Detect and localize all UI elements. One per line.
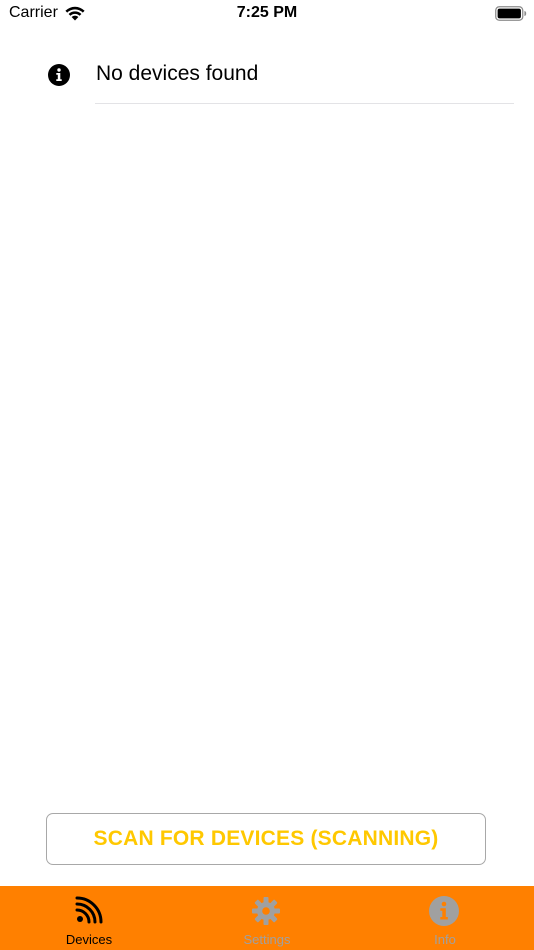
tab-settings[interactable]: Settings [178, 886, 356, 950]
status-bar: Carrier 7:25 PM [0, 0, 534, 28]
app-screen: Carrier 7:25 PM No devices found SCAN FO… [0, 0, 534, 950]
tab-label-settings: Settings [243, 932, 291, 947]
tab-devices[interactable]: Devices [0, 886, 178, 950]
tab-info[interactable]: Info [356, 886, 534, 950]
info-circle-icon [429, 896, 459, 926]
info-icon [48, 64, 70, 86]
battery-icon [495, 6, 527, 21]
status-time: 7:25 PM [236, 4, 298, 21]
scan-for-devices-button[interactable]: SCAN FOR DEVICES (SCANNING) [46, 813, 486, 865]
tab-bar: Devices Settings Info [0, 886, 534, 950]
empty-list-message: No devices found [96, 62, 259, 85]
rss-icon [75, 896, 103, 924]
tab-label-info: Info [434, 932, 456, 947]
tab-label-devices: Devices [65, 932, 113, 947]
gear-icon [252, 897, 280, 925]
device-list-empty-row: No devices found [0, 48, 534, 104]
row-separator [95, 103, 514, 104]
